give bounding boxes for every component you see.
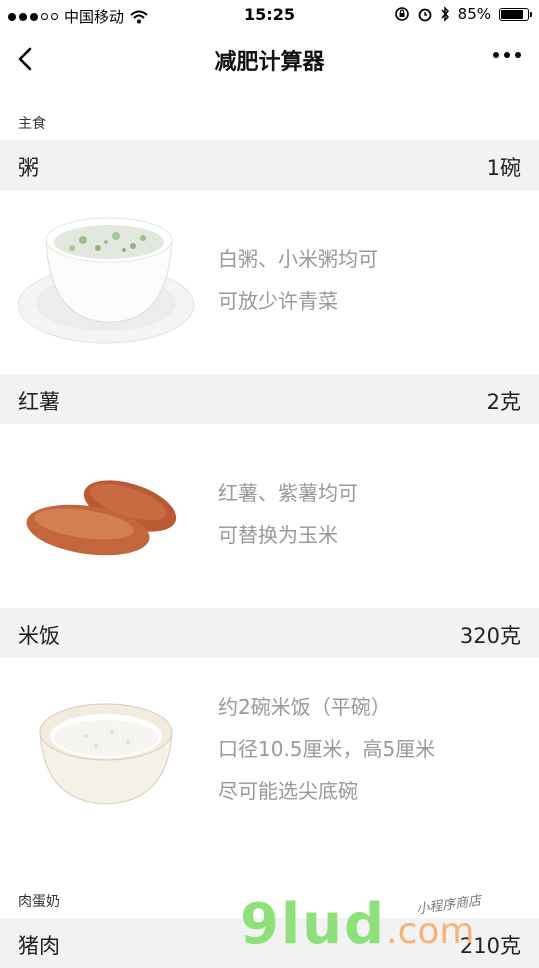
watermark-suffix: .com	[386, 911, 475, 952]
description-line: 约2碗米饭（平碗）	[218, 695, 391, 719]
food-row-header: 红薯 2克	[0, 374, 539, 424]
food-description: 约2碗米饭（平碗） 口径10.5厘米，高5厘米 尽可能选尖底碗	[218, 686, 435, 812]
more-options-icon[interactable]	[493, 52, 521, 58]
food-quantity: 2克	[486, 390, 521, 414]
food-row-header: 米饭 320克	[0, 608, 539, 658]
food-quantity: 1碗	[486, 156, 521, 180]
food-name: 猪肉	[18, 934, 60, 958]
food-row-header: 粥 1碗	[0, 140, 539, 190]
sweet-potato-image	[26, 480, 177, 556]
food-name: 粥	[18, 156, 39, 180]
watermark: 9lud.com 小程序商店	[240, 892, 482, 957]
porridge-image	[18, 217, 195, 344]
food-description: 红薯、紫薯均可 可替换为玉米	[218, 472, 358, 556]
description-line: 口径10.5厘米，高5厘米	[218, 737, 436, 761]
rice-bowl-image	[39, 703, 173, 805]
description-line: 可替换为玉米	[218, 523, 338, 547]
battery-icon	[499, 7, 532, 21]
watermark-logo: 9lud	[240, 892, 387, 957]
food-name: 米饭	[18, 624, 60, 648]
description-line: 红薯、紫薯均可	[218, 481, 358, 505]
orientation-lock-icon	[394, 7, 409, 21]
bluetooth-icon	[441, 6, 449, 22]
battery-percent: 85%	[457, 5, 491, 23]
nav-bar: 减肥计算器	[0, 30, 539, 90]
page-title: 减肥计算器	[214, 50, 325, 75]
description-line: 白粥、小米粥均可	[218, 247, 378, 271]
section-label-staple: 主食	[18, 116, 46, 132]
food-name: 红薯	[18, 390, 60, 414]
status-bar: 中国移动 15:25 85%	[0, 0, 539, 30]
food-quantity: 320克	[459, 624, 521, 648]
description-line: 尽可能选尖底碗	[218, 779, 358, 803]
description-line: 可放少许青菜	[218, 289, 338, 313]
alarm-icon	[418, 8, 432, 22]
section-label-protein: 肉蛋奶	[18, 894, 60, 910]
food-description: 白粥、小米粥均可 可放少许青菜	[218, 238, 378, 322]
